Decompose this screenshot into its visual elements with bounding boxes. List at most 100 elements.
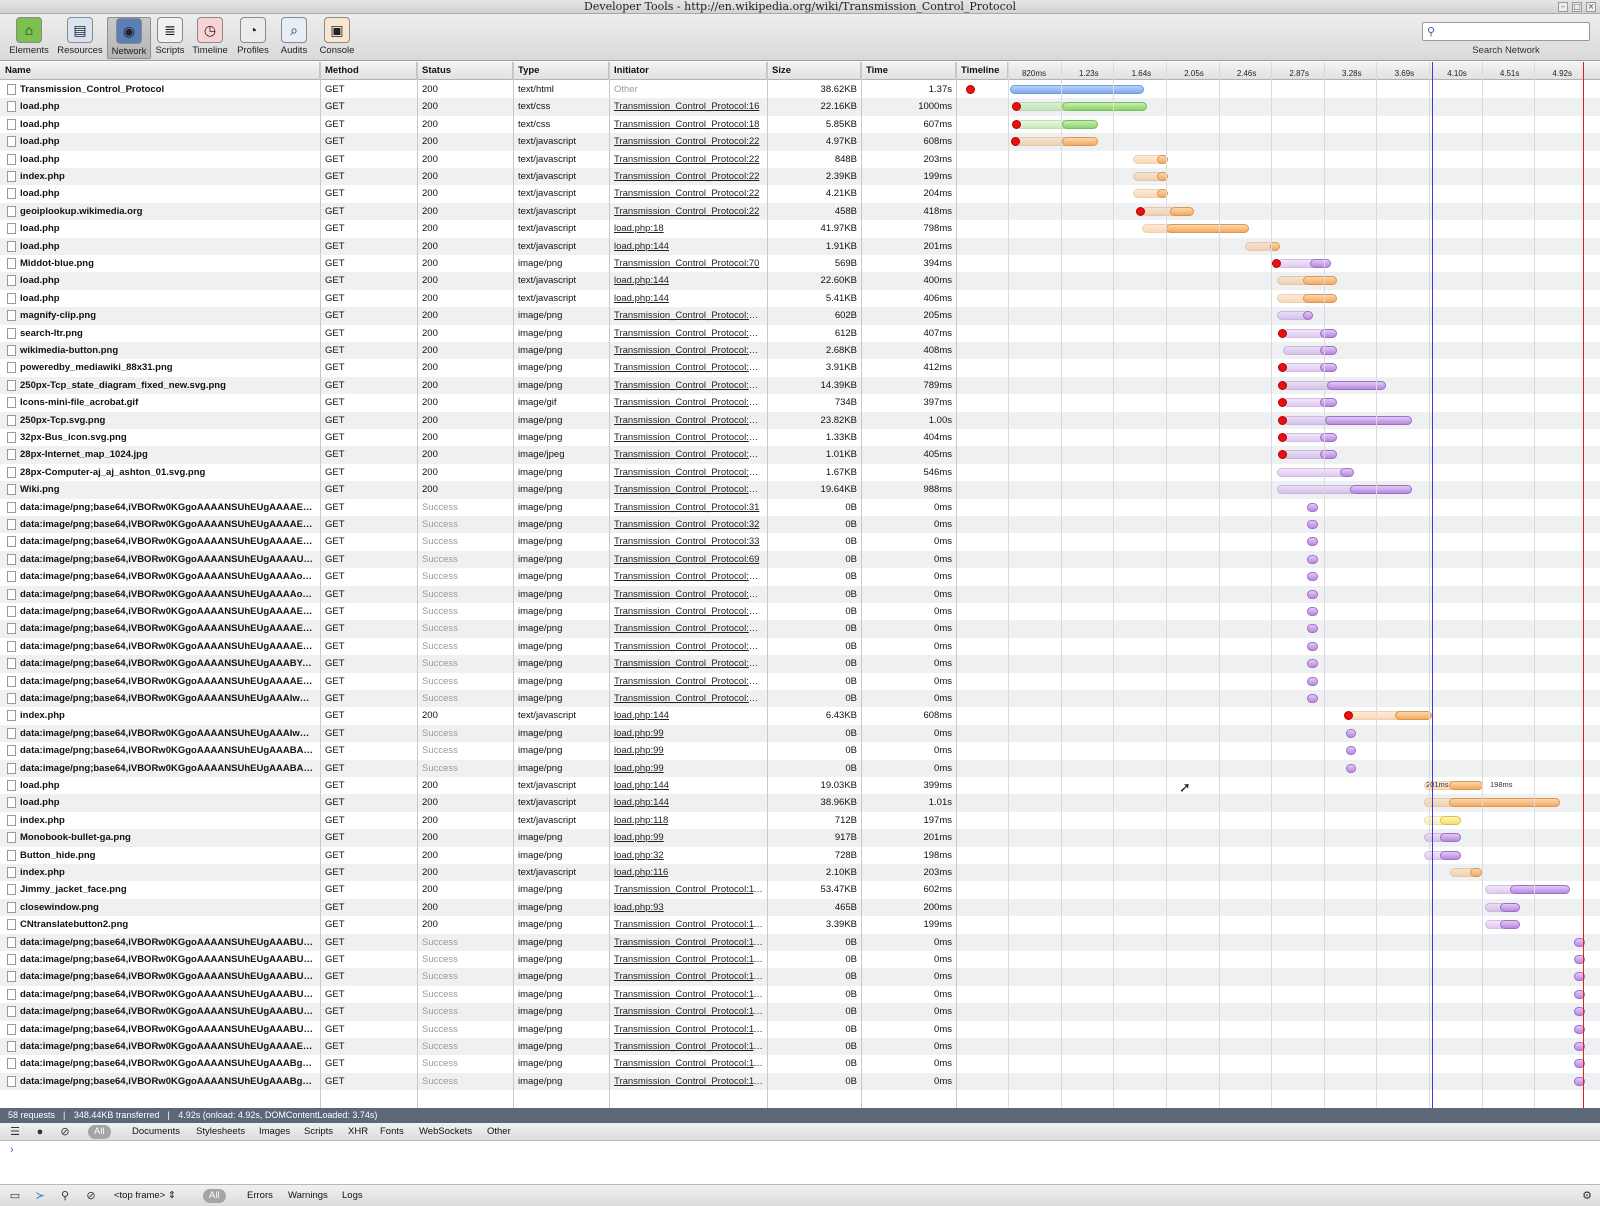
request-initiator[interactable]: Transmission_Control_Protocol:729: [609, 464, 767, 481]
request-initiator[interactable]: Transmission_Control_Protocol:876: [609, 620, 767, 637]
download-bar[interactable]: [1307, 589, 1318, 599]
download-bar[interactable]: [1340, 467, 1354, 477]
tab-console[interactable]: ▣ Console: [314, 17, 360, 59]
request-initiator[interactable]: Transmission_Control_Protocol:411: [609, 307, 767, 324]
download-bar[interactable]: [1307, 641, 1318, 651]
request-initiator[interactable]: load.php:144: [609, 290, 767, 307]
request-initiator[interactable]: Transmission_Control_Protocol:725: [609, 446, 767, 463]
request-initiator[interactable]: Transmission_Control_Protocol:721: [609, 429, 767, 446]
request-initiator[interactable]: Transmission_Control_Protocol:1113: [609, 934, 767, 951]
filter-fonts[interactable]: Fonts: [380, 1125, 404, 1139]
request-initiator[interactable]: load.php:116: [609, 864, 767, 881]
request-initiator[interactable]: Transmission_Control_Protocol:22: [609, 203, 767, 220]
request-initiator[interactable]: load.php:99: [609, 725, 767, 742]
minimize-icon[interactable]: –: [1558, 1, 1568, 12]
download-bar[interactable]: [1500, 902, 1520, 912]
request-initiator[interactable]: Transmission_Control_Protocol:22: [609, 151, 767, 168]
request-initiator[interactable]: Transmission_Control_Protocol:22: [609, 185, 767, 202]
request-initiator[interactable]: load.php:93: [609, 899, 767, 916]
filter-all[interactable]: All: [88, 1125, 111, 1139]
download-bar[interactable]: [1170, 206, 1194, 216]
request-initiator[interactable]: Transmission_Control_Protocol:1113: [609, 1055, 767, 1072]
tab-elements[interactable]: ⌂ Elements: [6, 17, 52, 59]
download-bar[interactable]: [1307, 572, 1318, 582]
download-bar[interactable]: [1307, 694, 1318, 703]
download-bar[interactable]: [1470, 868, 1482, 877]
download-bar[interactable]: [1307, 659, 1318, 669]
download-bar[interactable]: [1320, 363, 1337, 373]
filter-images[interactable]: Images: [259, 1125, 290, 1139]
request-initiator[interactable]: Transmission_Control_Protocol:1085: [609, 342, 767, 359]
request-initiator[interactable]: Transmission_Control_Protocol:1113: [609, 916, 767, 933]
download-bar[interactable]: [1320, 346, 1337, 355]
download-bar[interactable]: [1320, 328, 1337, 338]
download-bar[interactable]: [1303, 311, 1313, 321]
column-header-type[interactable]: Type: [513, 62, 609, 80]
request-initiator[interactable]: Transmission_Control_Protocol:70: [609, 255, 767, 272]
request-initiator[interactable]: Transmission_Control_Protocol:936: [609, 481, 767, 498]
request-initiator[interactable]: load.php:99: [609, 829, 767, 846]
console-drawer[interactable]: ›: [0, 1141, 1600, 1184]
request-initiator[interactable]: load.php:32: [609, 847, 767, 864]
download-bar[interactable]: [1346, 763, 1356, 773]
latency-bar[interactable]: [1277, 467, 1346, 477]
filter-stylesheets[interactable]: Stylesheets: [196, 1125, 245, 1139]
download-bar[interactable]: [1327, 380, 1386, 390]
download-bar[interactable]: [1346, 728, 1356, 738]
request-initiator[interactable]: Transmission_Control_Protocol:1113: [609, 951, 767, 968]
request-initiator[interactable]: Transmission_Control_Protocol:942: [609, 690, 767, 707]
request-initiator[interactable]: load.php:144: [609, 238, 767, 255]
request-initiator[interactable]: Transmission_Control_Protocol:1113: [609, 1038, 767, 1055]
tab-profiles[interactable]: ◔ Profiles: [231, 17, 275, 59]
download-bar[interactable]: [1307, 502, 1318, 512]
request-initiator[interactable]: Transmission_Control_Protocol:31: [609, 499, 767, 516]
request-initiator[interactable]: Transmission_Control_Protocol:16: [609, 98, 767, 115]
console-level-errors[interactable]: Errors: [247, 1189, 273, 1203]
request-initiator[interactable]: Transmission_Control_Protocol:1113: [609, 881, 767, 898]
download-bar[interactable]: [1010, 85, 1144, 94]
download-bar[interactable]: [1440, 815, 1461, 825]
console-level-warnings[interactable]: Warnings: [288, 1189, 328, 1203]
request-initiator[interactable]: load.php:144: [609, 777, 767, 794]
latency-bar[interactable]: [1349, 711, 1401, 721]
download-bar[interactable]: [1062, 137, 1098, 147]
tab-scripts[interactable]: ≣ Scripts: [151, 17, 189, 59]
inspect-icon[interactable]: ⚲: [58, 1189, 72, 1203]
large-rows-icon[interactable]: ☰: [8, 1125, 22, 1139]
download-bar[interactable]: [1062, 119, 1098, 129]
download-bar[interactable]: [1449, 798, 1560, 808]
request-initiator[interactable]: Transmission_Control_Protocol:409: [609, 377, 767, 394]
download-bar[interactable]: [1307, 537, 1318, 547]
frame-selector[interactable]: <top frame> ⇕: [114, 1189, 176, 1203]
column-header-time[interactable]: Time: [861, 62, 956, 80]
request-initiator[interactable]: Transmission_Control_Protocol:1113: [609, 1021, 767, 1038]
request-initiator[interactable]: Transmission_Control_Protocol:1113: [609, 1003, 767, 1020]
download-bar[interactable]: [1062, 102, 1147, 112]
request-initiator[interactable]: Transmission_Control_Protocol:873: [609, 603, 767, 620]
latency-bar[interactable]: [1283, 380, 1333, 390]
maximize-icon[interactable]: □: [1572, 1, 1582, 12]
column-header-status[interactable]: Status: [417, 62, 513, 80]
filter-xhr[interactable]: XHR: [348, 1125, 368, 1139]
download-bar[interactable]: [1440, 833, 1461, 843]
filter-websockets[interactable]: WebSockets: [419, 1125, 472, 1139]
clear-icon[interactable]: ⊘: [58, 1125, 72, 1139]
download-bar[interactable]: [1303, 293, 1337, 303]
request-initiator[interactable]: load.php:118: [609, 812, 767, 829]
request-initiator[interactable]: Transmission_Control_Protocol:924: [609, 673, 767, 690]
filter-documents[interactable]: Documents: [132, 1125, 180, 1139]
download-bar[interactable]: [1440, 850, 1461, 860]
request-initiator[interactable]: load.php:99: [609, 760, 767, 777]
request-initiator[interactable]: Transmission_Control_Protocol:32: [609, 516, 767, 533]
request-initiator[interactable]: Transmission_Control_Protocol:1113: [609, 968, 767, 985]
request-initiator[interactable]: Transmission_Control_Protocol:462: [609, 412, 767, 429]
download-bar[interactable]: [1303, 276, 1337, 286]
tab-audits[interactable]: ⌕ Audits: [276, 17, 312, 59]
download-bar[interactable]: [1320, 433, 1337, 442]
request-initiator[interactable]: load.php:144: [609, 272, 767, 289]
console-prompt[interactable]: ›: [10, 1144, 14, 1156]
request-initiator[interactable]: Transmission_Control_Protocol:22: [609, 133, 767, 150]
column-header-size[interactable]: Size: [767, 62, 861, 80]
settings-gear-icon[interactable]: ⚙: [1580, 1189, 1594, 1203]
request-initiator[interactable]: Transmission_Control_Protocol:865: [609, 586, 767, 603]
